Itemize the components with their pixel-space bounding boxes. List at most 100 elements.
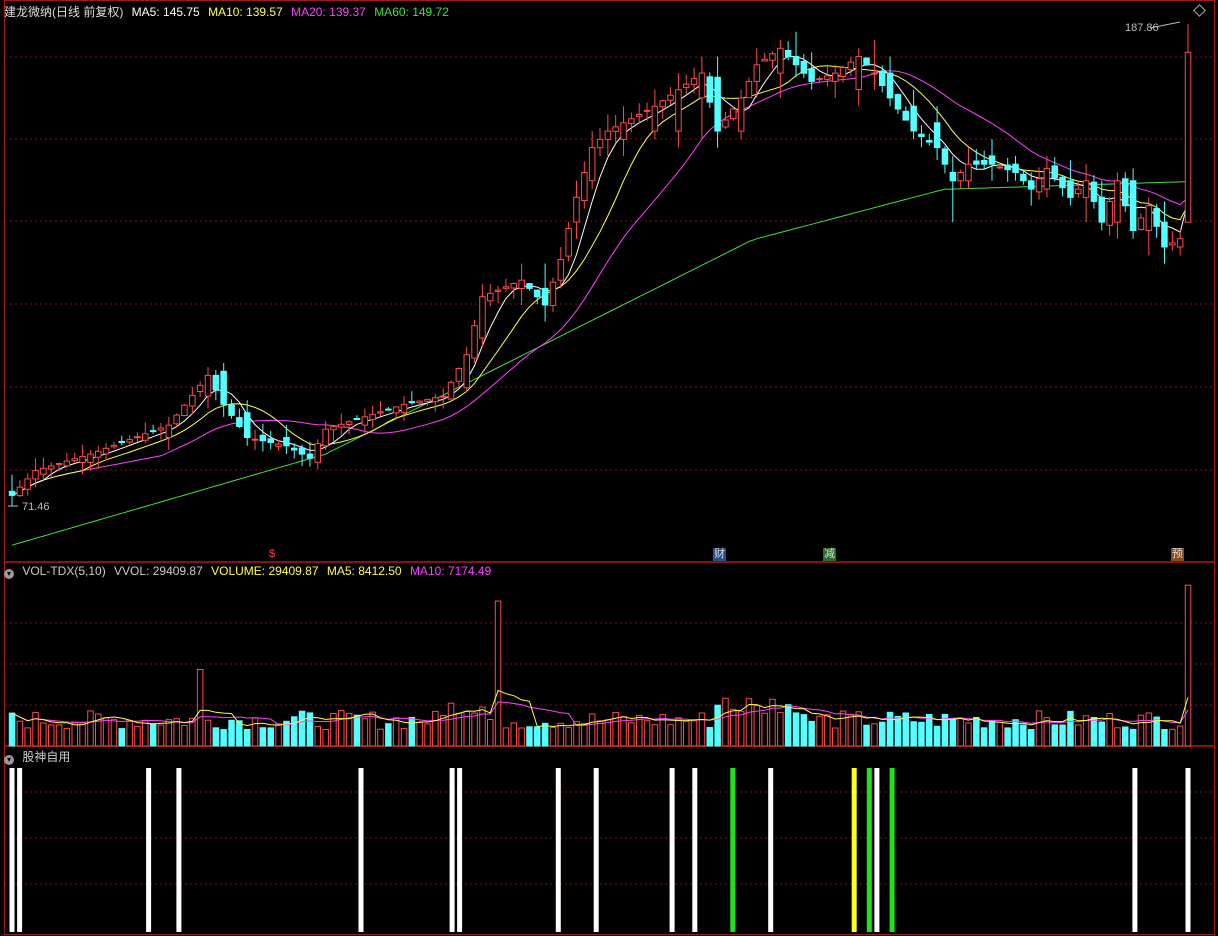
volume-bar bbox=[157, 724, 165, 747]
volume-bar bbox=[275, 723, 282, 747]
volume-bar bbox=[910, 721, 917, 747]
volume-bar bbox=[1004, 727, 1011, 747]
volume-bar bbox=[1137, 714, 1145, 747]
candle bbox=[722, 119, 729, 128]
volume-indicator-title[interactable]: VOL-TDX(5,10) bbox=[22, 564, 105, 578]
candle bbox=[79, 455, 86, 463]
volume-bar bbox=[479, 706, 486, 747]
volume-bar bbox=[526, 726, 533, 747]
volume-bar bbox=[965, 722, 972, 747]
volume-bar bbox=[102, 717, 110, 747]
volume-bar bbox=[416, 722, 423, 747]
candle bbox=[957, 172, 964, 182]
main-legend: 建龙微纳(日线 前复权) MA5: 145.75 MA10: 139.57 MA… bbox=[4, 4, 454, 20]
candle bbox=[471, 325, 478, 359]
volume-bar bbox=[432, 710, 439, 747]
candle bbox=[369, 413, 376, 421]
volume-bar bbox=[71, 722, 78, 747]
volume-bar bbox=[596, 720, 604, 747]
candle bbox=[479, 296, 486, 339]
candle bbox=[596, 138, 604, 149]
volume-bar bbox=[722, 697, 729, 747]
candle bbox=[251, 438, 259, 441]
candle bbox=[706, 76, 713, 103]
marker-reduce[interactable]: 减 bbox=[823, 548, 836, 561]
volume-bar bbox=[886, 711, 894, 747]
candle bbox=[134, 436, 141, 439]
volume-bar bbox=[1176, 725, 1184, 747]
candle bbox=[980, 160, 988, 165]
candle bbox=[291, 447, 298, 451]
candle bbox=[322, 428, 329, 447]
candle bbox=[565, 227, 572, 257]
candle bbox=[306, 453, 314, 459]
volume-value: VOLUME: 29409.87 bbox=[211, 564, 319, 578]
volume-bar bbox=[212, 727, 220, 747]
signal-bar bbox=[555, 768, 561, 932]
candle bbox=[463, 354, 470, 389]
volume-bar bbox=[181, 725, 188, 747]
candle bbox=[753, 64, 761, 82]
volume-bar bbox=[494, 600, 502, 747]
marker-finance[interactable]: 财 bbox=[713, 548, 726, 561]
signal-bar bbox=[1185, 768, 1191, 932]
candle bbox=[1129, 180, 1137, 232]
ma5-line bbox=[11, 56, 1189, 496]
candle bbox=[643, 109, 651, 112]
volume-bar bbox=[487, 719, 494, 747]
marker-forecast[interactable]: 预 bbox=[1171, 548, 1184, 561]
candle bbox=[447, 381, 455, 400]
settings-icon[interactable]: ▾ bbox=[4, 569, 14, 579]
volume-bar bbox=[8, 712, 16, 747]
candle bbox=[745, 80, 753, 99]
volume-bar bbox=[879, 721, 886, 747]
indicator-title[interactable]: 股神自用 bbox=[22, 750, 70, 764]
marker-dollar[interactable]: $ bbox=[268, 548, 276, 561]
candle bbox=[1122, 178, 1129, 207]
candle bbox=[573, 196, 580, 223]
candle bbox=[510, 283, 517, 289]
candle bbox=[1028, 180, 1035, 190]
candle bbox=[800, 61, 808, 74]
stock-title[interactable]: 建龙微纳(日线 前复权) bbox=[4, 5, 123, 19]
volume-bar bbox=[1114, 727, 1121, 747]
candle bbox=[1106, 201, 1113, 226]
volume-bar bbox=[32, 712, 39, 747]
candle bbox=[894, 94, 902, 110]
candle bbox=[581, 172, 588, 201]
settings-icon[interactable]: ▾ bbox=[4, 755, 14, 765]
volume-bar bbox=[314, 725, 321, 747]
candle bbox=[220, 370, 227, 405]
candle bbox=[416, 400, 423, 404]
candle bbox=[659, 100, 666, 108]
volume-bar bbox=[471, 712, 478, 747]
candle bbox=[361, 416, 369, 426]
candle bbox=[1043, 167, 1051, 190]
candle bbox=[1012, 163, 1019, 173]
volume-bar bbox=[134, 726, 141, 747]
candle bbox=[949, 172, 957, 182]
volume-bar bbox=[871, 723, 878, 747]
volume-bar bbox=[408, 717, 416, 747]
signal-bar bbox=[17, 768, 23, 932]
signal-bar bbox=[593, 768, 599, 932]
candle bbox=[1114, 180, 1121, 223]
candle bbox=[1075, 188, 1082, 195]
candle bbox=[165, 424, 173, 439]
volume-bar bbox=[1090, 717, 1098, 747]
volume-bar bbox=[839, 710, 847, 747]
volume-bar bbox=[510, 722, 517, 747]
candle bbox=[95, 450, 102, 458]
chart-frame bbox=[4, 0, 1215, 935]
candle bbox=[541, 287, 549, 306]
signal-bar bbox=[692, 768, 698, 932]
volume-bar bbox=[675, 717, 682, 747]
volume-bar bbox=[824, 714, 831, 747]
candle bbox=[1082, 180, 1090, 198]
volume-bar bbox=[87, 710, 94, 747]
candle bbox=[847, 61, 855, 71]
signal-bar bbox=[730, 768, 736, 932]
stock-chart[interactable] bbox=[0, 0, 1218, 936]
candle bbox=[965, 163, 972, 182]
volume-bar bbox=[1028, 729, 1035, 747]
